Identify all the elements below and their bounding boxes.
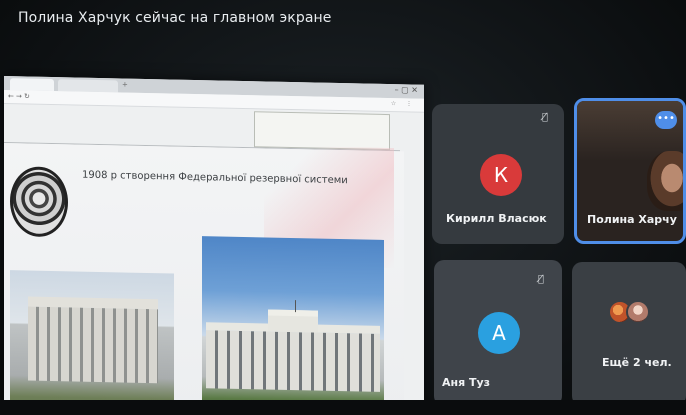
building-photo-left: [10, 270, 174, 415]
participant-tile-anya[interactable]: 🎙̸ А Аня Туз: [434, 260, 562, 406]
window-controls-icon[interactable]: – ▢ ✕: [395, 85, 418, 94]
participant-name: Аня Туз: [442, 376, 491, 389]
bottom-bar: [0, 400, 686, 415]
building-facade: [206, 322, 380, 392]
map-image: [254, 111, 390, 151]
more-options-icon[interactable]: •••: [655, 111, 677, 129]
participant-name: Кирилл Власюк: [446, 212, 547, 225]
participant-name: Полина Харчу: [587, 213, 677, 226]
avatar: [626, 300, 650, 324]
participant-video: [647, 151, 683, 211]
participant-tile-more[interactable]: Ещё 2 чел.: [572, 262, 686, 406]
mic-off-icon: 🎙̸: [542, 112, 549, 123]
building-facade: [28, 296, 158, 384]
participant-tile-kirill[interactable]: 🎙̸ К Кирилл Власюк: [432, 104, 564, 244]
building-center: [268, 309, 318, 333]
toolbar-icons[interactable]: ☆ ⋮: [391, 100, 416, 108]
building-photo-right: [202, 236, 384, 415]
avatar: К: [480, 154, 522, 196]
presenter-banner: Полина Харчук сейчас на главном экране: [18, 10, 332, 26]
avatar: А: [478, 312, 520, 354]
mic-off-icon: 🎙̸: [538, 274, 545, 285]
browser-tab[interactable]: [10, 78, 54, 92]
flagpole: [295, 300, 296, 313]
meeting-screen: Полина Харчук сейчас на главном экране +…: [0, 0, 686, 415]
back-icon[interactable]: ←: [8, 92, 14, 100]
forward-icon[interactable]: →: [16, 92, 22, 100]
federal-reserve-seal: [10, 166, 68, 238]
reload-icon[interactable]: ↻: [24, 92, 30, 100]
more-participants-label: Ещё 2 чел.: [602, 356, 672, 369]
participant-tile-polina[interactable]: ••• Полина Харчу: [574, 98, 686, 244]
grouped-avatars: [608, 300, 652, 326]
new-tab-icon[interactable]: +: [122, 80, 128, 88]
shared-screen: + – ▢ ✕ ← → ↻ ☆ ⋮ 1908 р створення Федер…: [4, 76, 424, 415]
